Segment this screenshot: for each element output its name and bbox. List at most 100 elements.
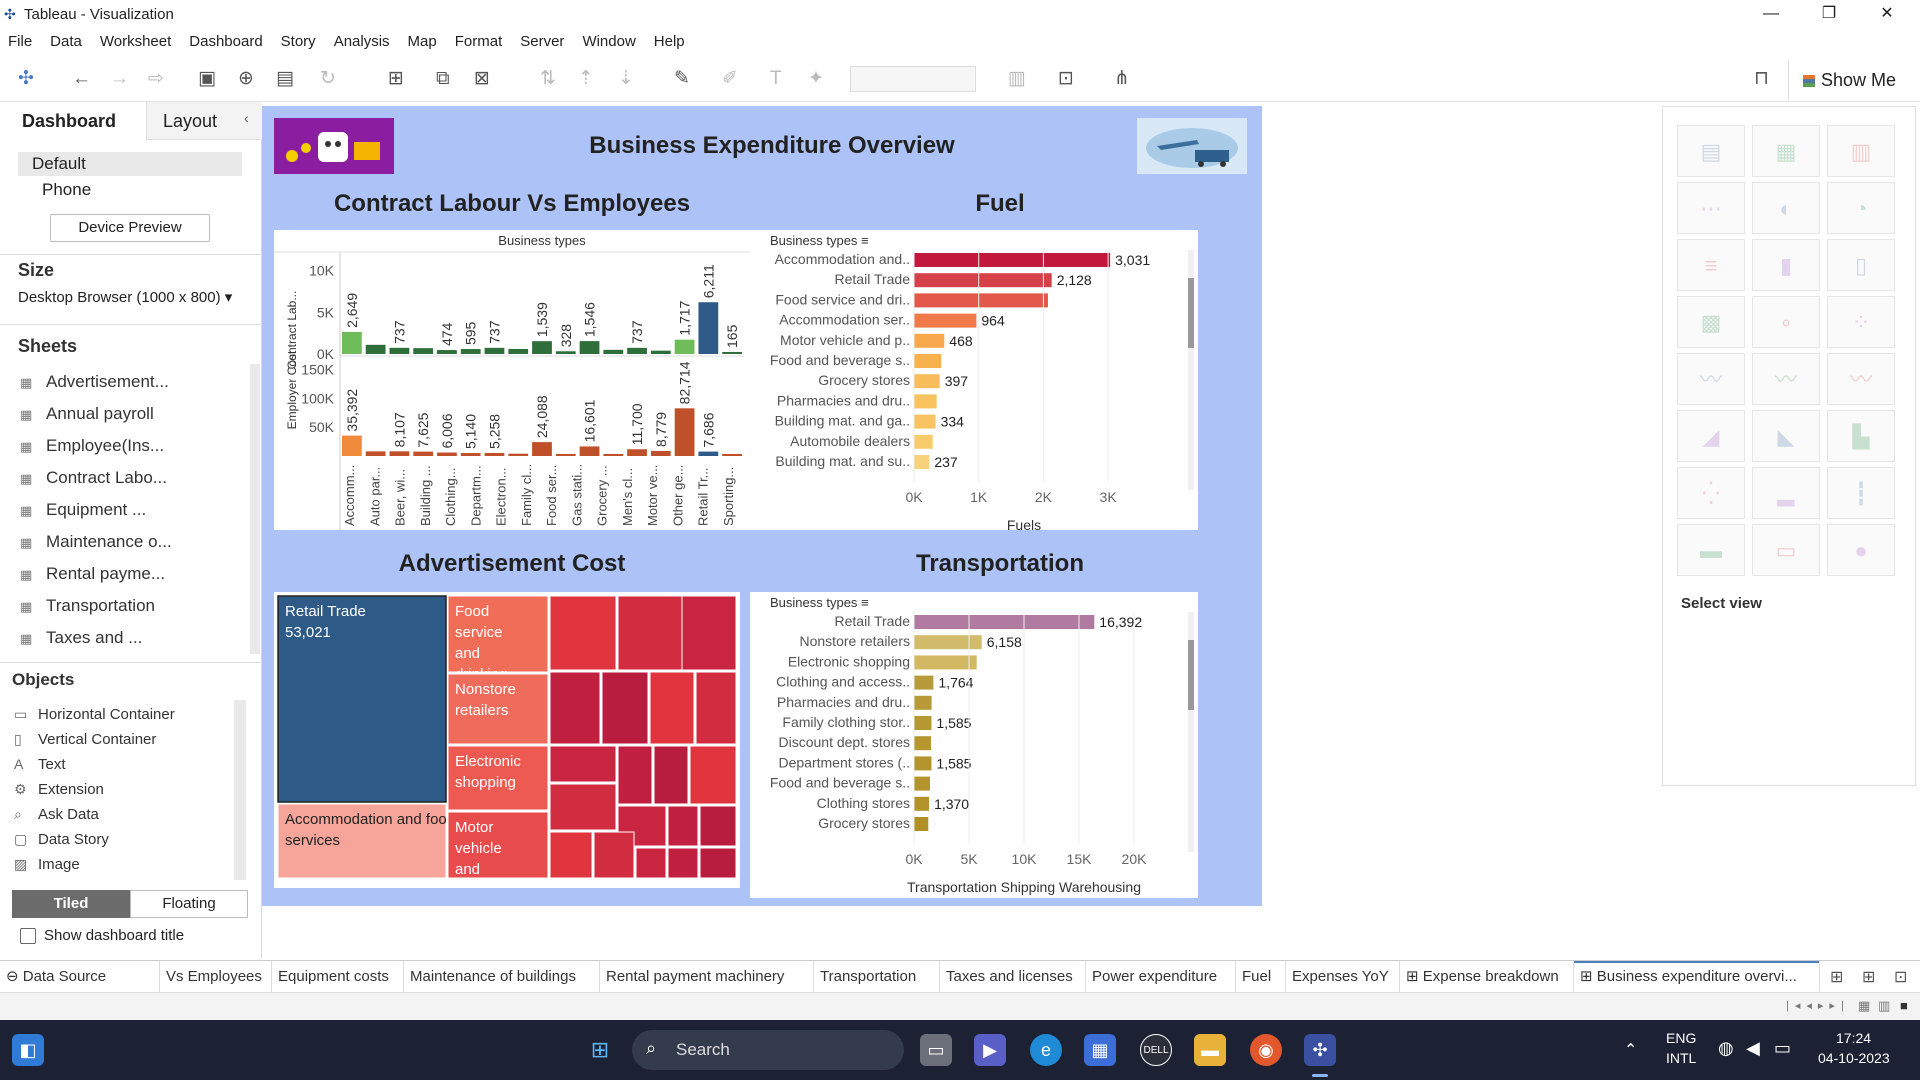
show-me-button[interactable]: Show Me (1788, 60, 1920, 100)
battery-icon[interactable]: ▭ (1774, 1038, 1791, 1059)
refresh-icon[interactable]: ↻ (320, 68, 336, 90)
new-story-tab-icon[interactable]: ⊡ (1894, 967, 1907, 987)
format-painter-icon[interactable]: ⊓ (1754, 68, 1769, 90)
tab-expenses-yoy[interactable]: Expenses YoY (1286, 961, 1400, 993)
sheet-item[interactable]: ▦ Rental payme... (20, 564, 165, 584)
sheet-item[interactable]: ▦ Advertisement... (20, 372, 169, 392)
teams-icon[interactable]: ▶ (974, 1034, 1006, 1066)
replay-icon[interactable]: ⇨ (148, 68, 164, 90)
chart-type-lines-discrete[interactable]: 〰 (1752, 353, 1820, 405)
tab-vs-employees[interactable]: Vs Employees (160, 961, 272, 993)
menu-worksheet[interactable]: Worksheet (100, 33, 171, 50)
restore-button[interactable]: ❐ (1800, 0, 1858, 28)
file-explorer-icon[interactable]: ▬ (1194, 1034, 1226, 1066)
sheet-item[interactable]: ▦ Employee(Ins... (20, 436, 164, 456)
chart-type-dual-lines[interactable]: 〰 (1827, 353, 1895, 405)
object-image[interactable]: ▨ Image (14, 856, 80, 873)
menu-format[interactable]: Format (455, 33, 503, 50)
clock-date[interactable]: 04-10-2023 (1818, 1050, 1890, 1066)
chart-type-highlight-table[interactable]: ▥ (1827, 125, 1895, 177)
chart-type-scatter-plot[interactable]: ⁛ (1677, 467, 1745, 519)
dell-icon[interactable]: DELL (1140, 1034, 1172, 1066)
duplicate-icon[interactable]: ⧉ (436, 68, 450, 90)
sort-ascending-icon[interactable]: ⇡ (578, 68, 594, 90)
collapse-pane-icon[interactable]: ‹ (244, 110, 249, 126)
chart-type-packed-bubbles[interactable]: ● (1827, 524, 1895, 576)
chart-type-side-by-side-circles[interactable]: ⁘ (1827, 296, 1895, 348)
chart-type-area-discrete[interactable]: ◣ (1752, 410, 1820, 462)
group-icon[interactable]: ✐ (722, 68, 738, 90)
chart-type-filled-map[interactable]: ◐ (1752, 182, 1820, 234)
menu-analysis[interactable]: Analysis (334, 33, 390, 50)
menu-server[interactable]: Server (520, 33, 564, 50)
chart-type-dual-combination[interactable]: ▙ (1827, 410, 1895, 462)
chart-type-lines-continuous[interactable]: 〰 (1677, 353, 1745, 405)
size-dropdown[interactable]: Desktop Browser (1000 x 800) ▾ (18, 288, 232, 306)
menu-help[interactable]: Help (654, 33, 685, 50)
tab-business-expenditure-overview[interactable]: ⊞ Business expenditure overvi... (1574, 961, 1820, 993)
chart-type-symbol-map[interactable]: ⋯ (1677, 182, 1745, 234)
filmstrip-icon[interactable]: ▥ (1878, 998, 1890, 1014)
floating-toggle[interactable]: Floating (130, 890, 248, 918)
menu-map[interactable]: Map (408, 33, 437, 50)
show-hidden-icons[interactable]: ⌃ (1624, 1040, 1637, 1060)
object-extension[interactable]: ⚙ Extension (14, 781, 104, 798)
sheet-item[interactable]: ▦ Maintenance o... (20, 532, 172, 552)
new-datasource-icon[interactable]: ⊕ (238, 68, 254, 90)
firefox-icon[interactable]: ◉ (1250, 1034, 1282, 1066)
object-horizontal-container[interactable]: ▭ Horizontal Container (14, 706, 175, 723)
tab-expense-breakdown[interactable]: ⊞ Expense breakdown (1400, 961, 1574, 993)
chart-type-stacked-bars[interactable]: ▮ (1752, 239, 1820, 291)
language-label[interactable]: ENG (1666, 1030, 1696, 1046)
pause-updates-icon[interactable]: ▤ (276, 68, 294, 90)
tab-data-source[interactable]: ⊖ Data Source (0, 961, 160, 993)
tableau-taskbar-icon[interactable]: ✣ (1304, 1034, 1336, 1066)
chart-type-treemap[interactable]: ▩ (1677, 296, 1745, 348)
highlight-icon[interactable]: ✎ (674, 68, 690, 90)
task-view-icon[interactable]: ▭ (920, 1034, 952, 1066)
sheet-item[interactable]: ▦ Transportation (20, 596, 155, 616)
object-vertical-container[interactable]: ▯ Vertical Container (14, 731, 156, 748)
tableau-home-icon[interactable]: ✣ (18, 68, 34, 90)
chart-type-heat-map[interactable]: ▦ (1752, 125, 1820, 177)
chart-type-pie-chart[interactable]: ◔ (1827, 182, 1895, 234)
sheet-item[interactable]: ▦ Contract Labo... (20, 468, 167, 488)
objects-scrollbar[interactable] (234, 700, 246, 880)
chart-type-text-table[interactable]: ▤ (1677, 125, 1745, 177)
volume-icon[interactable]: ◀ (1746, 1038, 1760, 1059)
tab-equipment-costs[interactable]: Equipment costs (272, 961, 404, 993)
tab-taxes[interactable]: Taxes and licenses (940, 961, 1086, 993)
menu-data[interactable]: Data (50, 33, 82, 50)
tab-power-expenditure[interactable]: Power expenditure (1086, 961, 1236, 993)
widgets-icon[interactable]: ◧ (12, 1034, 44, 1066)
menu-dashboard[interactable]: Dashboard (189, 33, 262, 50)
tab-navigation-arrows[interactable]: |◂◂▸▸| (1786, 999, 1850, 1012)
presentation-icon[interactable]: ⊡ (1058, 68, 1074, 90)
network-icon[interactable]: ◍ (1718, 1038, 1734, 1059)
chart-type-circle-view[interactable]: ∘ (1752, 296, 1820, 348)
device-phone[interactable]: Phone (42, 178, 91, 202)
labels-icon[interactable]: T (770, 68, 782, 90)
new-worksheet-icon[interactable]: ⊞ (388, 68, 404, 90)
undo-icon[interactable]: ← (72, 68, 91, 90)
device-default[interactable]: Default (18, 152, 242, 176)
fix-axes-icon[interactable]: ▥ (1008, 68, 1026, 90)
taskbar-search[interactable]: ⌕ Search (632, 1030, 904, 1070)
sheet-item[interactable]: ▦ Taxes and ... (20, 628, 142, 648)
close-button[interactable]: ✕ (1858, 0, 1916, 28)
clear-sheet-icon[interactable]: ⊠ (474, 68, 490, 90)
tab-transportation[interactable]: Transportation (814, 961, 940, 993)
object-text[interactable]: A Text (14, 756, 66, 773)
sort-descending-icon[interactable]: ⇣ (618, 68, 634, 90)
object-ask-data[interactable]: ⌕ Ask Data (14, 806, 99, 823)
store-icon[interactable]: ▦ (1084, 1034, 1116, 1066)
chart-type-horizontal-bars[interactable]: ≡ (1677, 239, 1745, 291)
tab-fuel[interactable]: Fuel (1236, 961, 1286, 993)
new-dashboard-tab-icon[interactable]: ⊞ (1862, 967, 1875, 987)
chart-type-area-continuous[interactable]: ◢ (1677, 410, 1745, 462)
object-data-story[interactable]: ▢ Data Story (14, 831, 109, 848)
show-title-checkbox[interactable] (20, 928, 36, 944)
sheet-sorter-icon[interactable]: ▦ (1858, 998, 1870, 1014)
start-icon[interactable]: ⊞ (584, 1034, 616, 1066)
menu-story[interactable]: Story (281, 33, 316, 50)
